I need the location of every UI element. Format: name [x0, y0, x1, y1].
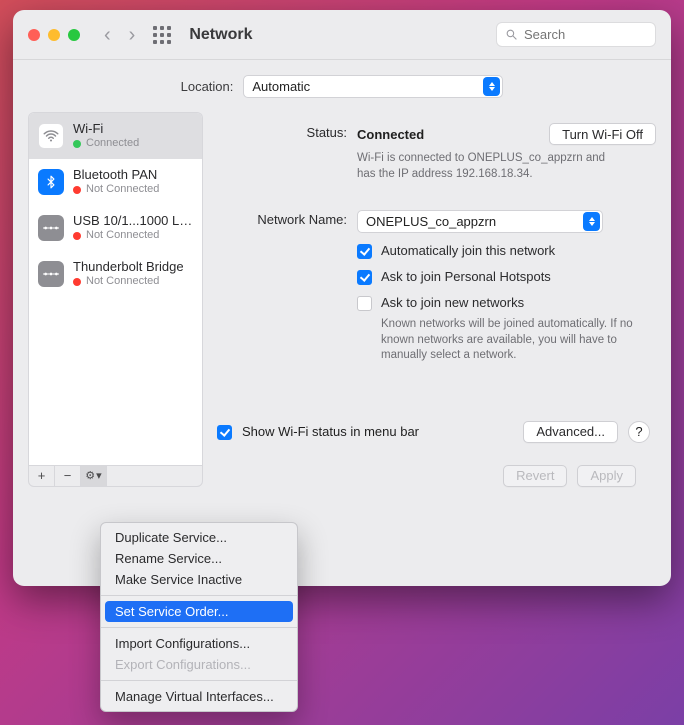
- menu-separator: [101, 595, 297, 596]
- bluetooth-icon: [38, 169, 64, 195]
- chevron-down-icon: ▾: [96, 469, 102, 482]
- ask-hotspot-label: Ask to join Personal Hotspots: [381, 269, 551, 284]
- close-icon[interactable]: [28, 29, 40, 41]
- service-name: Thunderbolt Bridge: [73, 259, 184, 275]
- details-panel: Status: Connected Turn Wi-Fi Off Wi-Fi i…: [217, 112, 656, 487]
- chevron-updown-icon: [483, 77, 500, 96]
- location-select[interactable]: Automatic: [243, 75, 503, 98]
- service-wifi[interactable]: Wi-Fi Connected: [29, 113, 202, 159]
- ask-new-networks-label: Ask to join new networks: [381, 295, 524, 310]
- window-title: Network: [189, 26, 252, 44]
- forward-button[interactable]: ›: [129, 25, 136, 45]
- ask-hotspot-checkbox[interactable]: [357, 270, 372, 285]
- zoom-icon[interactable]: [68, 29, 80, 41]
- remove-service-button[interactable]: −: [55, 466, 81, 486]
- show-status-checkbox[interactable]: [217, 425, 232, 440]
- menu-set-service-order[interactable]: Set Service Order...: [105, 601, 293, 622]
- advanced-button[interactable]: Advanced...: [523, 421, 618, 443]
- revert-button[interactable]: Revert: [503, 465, 567, 487]
- service-bluetooth-pan[interactable]: Bluetooth PAN Not Connected: [29, 159, 202, 205]
- network-name-label: Network Name:: [217, 210, 357, 227]
- service-thunderbolt-bridge[interactable]: Thunderbolt Bridge Not Connected: [29, 251, 202, 297]
- service-status: Not Connected: [86, 229, 159, 243]
- status-dot-icon: [73, 232, 81, 240]
- location-value: Automatic: [252, 79, 310, 94]
- menu-separator: [101, 680, 297, 681]
- service-name: USB 10/1...1000 LAN: [73, 213, 193, 229]
- apply-button[interactable]: Apply: [577, 465, 636, 487]
- service-status: Not Connected: [86, 183, 159, 197]
- nav-buttons: ‹ ›: [104, 25, 135, 45]
- gear-icon: ⚙: [85, 469, 95, 482]
- service-usb-lan[interactable]: USB 10/1...1000 LAN Not Connected: [29, 205, 202, 251]
- ask-new-networks-note: Known networks will be joined automatica…: [381, 317, 641, 364]
- auto-join-checkbox[interactable]: [357, 244, 372, 259]
- status-dot-icon: [73, 278, 81, 286]
- services-list[interactable]: Wi-Fi Connected Bluetooth PAN Not Connec…: [28, 112, 203, 465]
- status-dot-icon: [73, 140, 81, 148]
- menu-make-inactive[interactable]: Make Service Inactive: [101, 569, 297, 590]
- back-button[interactable]: ‹: [104, 25, 111, 45]
- ethernet-icon: [38, 215, 64, 241]
- show-status-label: Show Wi-Fi status in menu bar: [242, 424, 419, 439]
- menu-import-config[interactable]: Import Configurations...: [101, 633, 297, 654]
- search-icon: [505, 28, 518, 41]
- help-button[interactable]: ?: [628, 421, 650, 443]
- services-panel: Wi-Fi Connected Bluetooth PAN Not Connec…: [28, 112, 203, 487]
- thunderbolt-icon: [38, 261, 64, 287]
- menu-manage-virtual-interfaces[interactable]: Manage Virtual Interfaces...: [101, 686, 297, 707]
- network-prefpane-window: ‹ › Network Location: Automatic: [13, 10, 671, 586]
- show-all-icon[interactable]: [153, 26, 171, 44]
- services-toolbar: + − ⚙▾: [28, 465, 203, 487]
- add-service-button[interactable]: +: [29, 466, 55, 486]
- titlebar: ‹ › Network: [13, 10, 671, 60]
- service-actions-button[interactable]: ⚙▾: [81, 466, 107, 486]
- network-name-select[interactable]: ONEPLUS_co_appzrn: [357, 210, 603, 233]
- status-value: Connected: [357, 127, 424, 142]
- search-field[interactable]: [496, 22, 656, 47]
- menu-rename-service[interactable]: Rename Service...: [101, 548, 297, 569]
- menu-separator: [101, 627, 297, 628]
- ask-new-networks-checkbox[interactable]: [357, 296, 372, 311]
- service-actions-menu: Duplicate Service... Rename Service... M…: [100, 522, 298, 712]
- location-label: Location:: [181, 79, 234, 94]
- service-status: Connected: [86, 137, 139, 151]
- footer-buttons: Revert Apply: [217, 449, 656, 487]
- status-dot-icon: [73, 186, 81, 194]
- service-name: Bluetooth PAN: [73, 167, 159, 183]
- auto-join-label: Automatically join this network: [381, 243, 555, 258]
- search-input[interactable]: [524, 27, 647, 42]
- wifi-icon: [38, 123, 64, 149]
- window-controls: [28, 29, 80, 41]
- main-area: Wi-Fi Connected Bluetooth PAN Not Connec…: [13, 112, 671, 487]
- network-name-value: ONEPLUS_co_appzrn: [366, 214, 496, 229]
- menu-duplicate-service[interactable]: Duplicate Service...: [101, 527, 297, 548]
- status-label: Status:: [217, 123, 357, 140]
- service-status: Not Connected: [86, 275, 159, 289]
- service-name: Wi-Fi: [73, 121, 139, 137]
- menu-export-config: Export Configurations...: [101, 654, 297, 675]
- minimize-icon[interactable]: [48, 29, 60, 41]
- chevron-updown-icon: [583, 212, 600, 231]
- turn-wifi-off-button[interactable]: Turn Wi-Fi Off: [549, 123, 656, 145]
- status-description: Wi-Fi is connected to ONEPLUS_co_appzrn …: [357, 151, 617, 182]
- location-row: Location: Automatic: [13, 60, 671, 112]
